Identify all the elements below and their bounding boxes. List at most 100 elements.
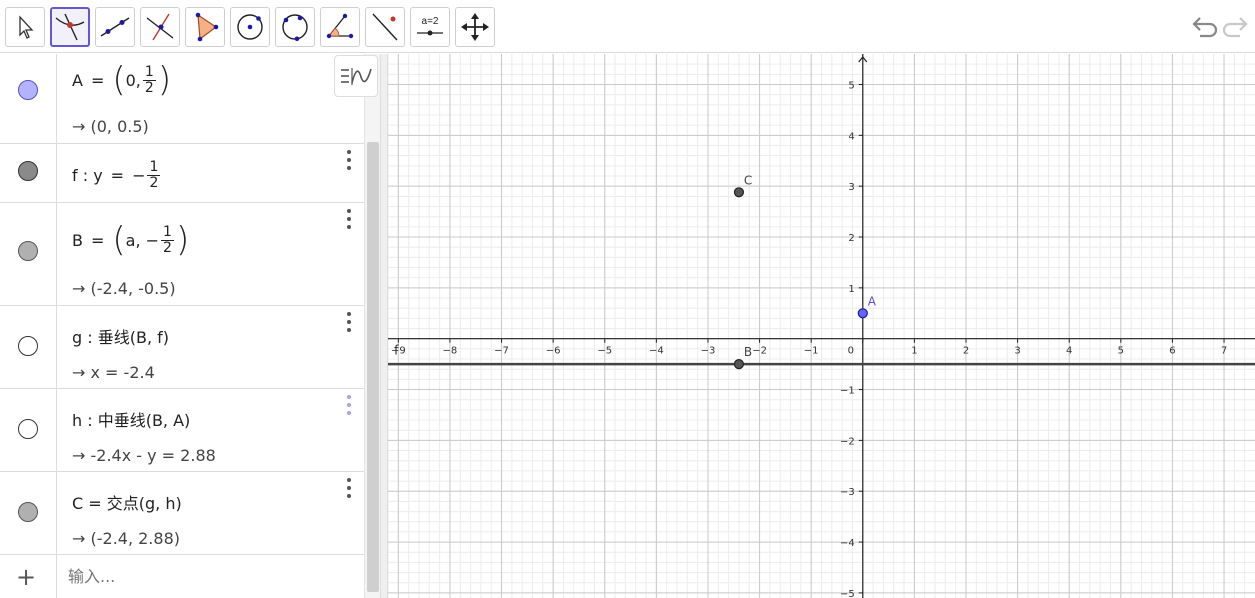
circle-center-point-tool-button[interactable] [230, 7, 270, 47]
x-tick-label: 3 [1014, 346, 1020, 357]
marble-cell [0, 54, 57, 143]
circle-three-points-tool-button[interactable] [275, 7, 315, 47]
open-paren: ( [112, 220, 126, 260]
add-plus-icon[interactable]: + [16, 563, 36, 591]
view-divider[interactable] [380, 54, 388, 598]
fraction: 1 2 [161, 223, 174, 256]
definition-a[interactable]: A = ( 0, 1 2 ) [72, 59, 171, 101]
algebra-scrollbar[interactable] [364, 54, 380, 598]
marble-cell [0, 144, 57, 202]
x-tick-label: −4 [649, 346, 664, 357]
equals-sign: = [90, 230, 105, 250]
x-tick-label: −6 [546, 346, 561, 357]
denominator: 2 [163, 239, 172, 256]
close-paren: ) [157, 60, 172, 100]
denominator: 2 [144, 79, 154, 96]
slider-tool-label: a=2 [422, 16, 439, 27]
toolbar: a=2 [0, 0, 1255, 53]
move-tool-button[interactable] [5, 7, 45, 47]
numerator: 1 [147, 158, 161, 176]
definition-h[interactable]: h : 中垂线(B, A) [72, 407, 190, 431]
x-tick-label: 2 [963, 346, 969, 357]
visibility-marble-a[interactable] [18, 80, 38, 100]
numerator: 1 [142, 63, 156, 81]
y-tick-label: −5 [840, 589, 855, 598]
object-name: f : y [72, 165, 103, 185]
slider-icon: a=2 [417, 16, 443, 36]
more-options-button[interactable] [344, 395, 354, 415]
algebra-row-g[interactable]: g : 垂线(B, f) → x = -2.4 [0, 306, 364, 389]
x-tick-label: 7 [1221, 346, 1227, 357]
x-tick-label: −7 [494, 346, 509, 357]
perpendicular-line-icon [146, 13, 174, 41]
more-options-button[interactable] [344, 312, 354, 332]
point-a[interactable] [857, 308, 868, 319]
algebra-graph-toggle-icon [341, 68, 372, 85]
algebra-row-b[interactable]: B = ( a, − 1 2 ) → (-2.4, -0.5) [0, 203, 364, 306]
reflect-line-icon [372, 13, 398, 41]
intersect-tool-button[interactable] [50, 7, 90, 47]
slider-tool-button[interactable]: a=2 [410, 7, 450, 47]
polygon-tool-button[interactable] [185, 7, 225, 47]
value-g: → x = -2.4 [72, 363, 155, 382]
more-options-button[interactable] [344, 478, 354, 498]
move-arrows-icon [461, 13, 489, 41]
graphics-view[interactable]: −9 −8 −7 −6 −5 −4 −3 −2 −1 0 1 2 3 4 5 6 7 −5 −4 −3 −2 −1 1 2 3 4… [388, 54, 1255, 598]
line-tool-button[interactable] [95, 7, 135, 47]
line-f-label: f [394, 344, 399, 359]
marble-cell [0, 306, 57, 388]
object-name: A [72, 70, 83, 90]
redo-button[interactable] [1222, 12, 1254, 44]
x-tick-label: −8 [443, 346, 458, 357]
close-paren: ) [175, 220, 190, 260]
value-h: → -2.4x - y = 2.88 [72, 446, 216, 465]
algebra-row-f[interactable]: f : y = − 1 2 [0, 144, 364, 203]
move-graphics-tool-button[interactable] [455, 7, 495, 47]
y-tick-label: 1 [848, 284, 854, 295]
y-tick-label: 4 [848, 131, 854, 142]
y-tick-label: 5 [848, 81, 854, 92]
x-tick-label: −1 [804, 346, 819, 357]
point-label-c: C [744, 173, 752, 187]
denominator: 2 [149, 174, 159, 191]
point-b[interactable] [733, 359, 745, 370]
algebra-style-toggle-button[interactable] [334, 55, 378, 97]
input-bar: + [0, 555, 364, 598]
value-a: → (0, 0.5) [72, 117, 149, 136]
visibility-marble-h[interactable] [18, 419, 38, 439]
scrollbar-thumb[interactable] [367, 142, 379, 592]
circle-center-icon [237, 14, 263, 40]
marble-cell [0, 203, 57, 305]
x-tick-label: −5 [597, 346, 612, 357]
algebra-input[interactable] [68, 563, 338, 589]
y-tick-label: −1 [840, 386, 855, 397]
y-tick-label: −3 [840, 487, 855, 498]
graphics-canvas[interactable]: −9 −8 −7 −6 −5 −4 −3 −2 −1 0 1 2 3 4 5 6 7−5−4−3−2−11234… [388, 54, 1255, 598]
algebra-row-a[interactable]: A = ( 0, 1 2 ) → (0, 0.5) [0, 54, 364, 144]
polygon-icon [195, 12, 219, 42]
more-options-button[interactable] [344, 209, 354, 229]
point-c[interactable] [733, 187, 745, 198]
algebra-row-c[interactable]: C = 交点(g, h) → (-2.4, 2.88) [0, 472, 364, 555]
visibility-marble-g[interactable] [18, 336, 38, 356]
redo-icon [1222, 17, 1248, 38]
x-tick-label: −2 [752, 346, 767, 357]
reflect-tool-button[interactable] [365, 7, 405, 47]
circle-three-points-icon [282, 14, 308, 42]
x-tick-label: 5 [1118, 346, 1124, 357]
algebra-row-h[interactable]: h : 中垂线(B, A) → -2.4x - y = 2.88 [0, 389, 364, 472]
definition-f[interactable]: f : y = − 1 2 [72, 157, 162, 193]
visibility-marble-c[interactable] [18, 502, 38, 522]
visibility-marble-b[interactable] [18, 241, 38, 261]
angle-tool-button[interactable] [320, 7, 360, 47]
definition-c[interactable]: C = 交点(g, h) [72, 490, 182, 514]
definition-g[interactable]: g : 垂线(B, f) [72, 324, 169, 348]
undo-button[interactable] [1186, 12, 1218, 44]
coord-x: 0, [125, 70, 141, 90]
perpendicular-line-tool-button[interactable] [140, 7, 180, 47]
visibility-marble-f[interactable] [18, 161, 38, 181]
definition-b[interactable]: B = ( a, − 1 2 ) [72, 217, 189, 263]
numerator: 1 [161, 223, 174, 241]
intersect-icon [55, 13, 85, 41]
more-options-button[interactable] [344, 150, 354, 170]
